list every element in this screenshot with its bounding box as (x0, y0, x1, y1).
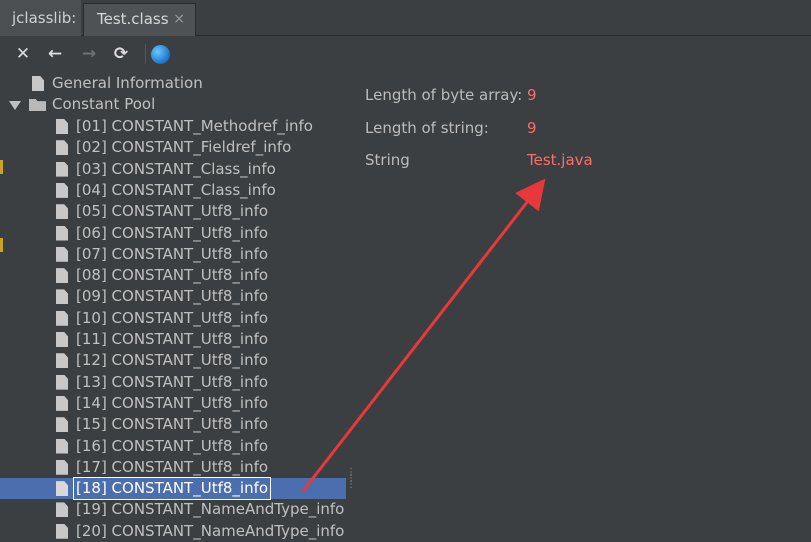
tree-node-label: [04] CONSTANT_Class_info (76, 180, 276, 199)
tree-node-constant-pool-item[interactable]: [16] CONSTANT_Utf8_info (0, 436, 346, 457)
file-icon (56, 161, 68, 177)
file-icon (56, 459, 68, 475)
tree-node-constant-pool-item[interactable]: [10] CONSTANT_Utf8_info (0, 308, 346, 329)
tree-node-constant-pool-item[interactable]: [20] CONSTANT_NameAndType_info (0, 521, 346, 542)
file-icon (56, 289, 68, 305)
tree-node-label: [14] CONSTANT_Utf8_info (76, 393, 269, 412)
file-icon (56, 417, 68, 433)
tree-node-label: [16] CONSTANT_Utf8_info (76, 436, 269, 455)
gutter-marker (0, 160, 3, 174)
file-icon (56, 246, 68, 262)
tree-node-constant-pool-item[interactable]: [19] CONSTANT_NameAndType_info (0, 499, 346, 520)
tree-node-label: [10] CONSTANT_Utf8_info (76, 308, 269, 327)
tree-node-label: [17] CONSTANT_Utf8_info (76, 457, 269, 476)
file-icon (56, 140, 68, 156)
byte-array-length-value: 9 (527, 86, 537, 104)
class-structure-tree: General Information Constant Pool [01] C… (0, 70, 346, 540)
tree-node-label: Constant Pool (52, 95, 156, 113)
tree-node-label: [02] CONSTANT_Fieldref_info (76, 138, 292, 157)
tree-node-constant-pool-item[interactable]: [06] CONSTANT_Utf8_info (0, 223, 346, 244)
byte-array-length-label: Length of byte array: (365, 86, 523, 104)
tab-test-class[interactable]: Test.class × (83, 3, 196, 36)
tree-node-constant-pool-item[interactable]: [15] CONSTANT_Utf8_info (0, 414, 346, 435)
tree-node-constant-pool-item[interactable]: [03] CONSTANT_Class_info (0, 159, 346, 180)
tree-node-constant-pool-item[interactable]: [12] CONSTANT_Utf8_info (0, 350, 346, 371)
tree-node-label: [18] CONSTANT_Utf8_info (72, 477, 272, 501)
tree-node-constant-pool[interactable]: Constant Pool (0, 94, 346, 115)
tree-node-constant-pool-item[interactable]: [14] CONSTANT_Utf8_info (0, 393, 346, 414)
file-icon (32, 76, 44, 91)
tree-node-label: [06] CONSTANT_Utf8_info (76, 223, 269, 242)
tab-close-icon[interactable]: × (173, 4, 185, 35)
tree-node-constant-pool-item[interactable]: [01] CONSTANT_Methodref_info (0, 116, 346, 137)
gutter-marker (0, 238, 3, 252)
file-icon (56, 438, 68, 454)
tree-node-label: [05] CONSTANT_Utf8_info (76, 202, 269, 221)
tree-node-label: [20] CONSTANT_NameAndType_info (76, 521, 345, 540)
back-arrow-icon[interactable]: ← (43, 42, 67, 66)
file-icon (56, 374, 68, 390)
tree-node-constant-pool-item[interactable]: [09] CONSTANT_Utf8_info (0, 286, 346, 307)
file-icon (56, 268, 68, 284)
jclasslib-tool-label[interactable]: jclasslib: (0, 0, 81, 36)
globe-icon[interactable] (151, 45, 170, 64)
string-value-link[interactable]: Test.java (527, 151, 593, 169)
tree-node-constant-pool-item[interactable]: [08] CONSTANT_Utf8_info (0, 265, 346, 286)
file-icon (56, 395, 68, 411)
file-icon (56, 502, 68, 518)
file-icon (56, 225, 68, 241)
tree-node-label: [13] CONSTANT_Utf8_info (76, 372, 269, 391)
tree-node-constant-pool-item[interactable]: [13] CONSTANT_Utf8_info (0, 372, 346, 393)
tree-node-constant-pool-item[interactable]: [04] CONSTANT_Class_info (0, 180, 346, 201)
string-length-label: Length of string: (365, 119, 489, 137)
tree-node-label: [09] CONSTANT_Utf8_info (76, 287, 269, 306)
tree-node-label: [15] CONSTANT_Utf8_info (76, 415, 269, 434)
file-icon (56, 182, 68, 198)
file-icon (56, 332, 68, 347)
folder-icon (29, 99, 46, 111)
tree-node-constant-pool-item[interactable]: [07] CONSTANT_Utf8_info (0, 244, 346, 265)
details-panel: Length of byte array: 9 Length of string… (346, 70, 811, 534)
tree-node-label: General Information (52, 74, 203, 92)
tree-node-label: [08] CONSTANT_Utf8_info (76, 266, 269, 285)
file-icon (56, 310, 68, 326)
tree-node-label: [19] CONSTANT_NameAndType_info (76, 500, 345, 519)
toolbar-separator (145, 44, 146, 64)
string-length-value: 9 (527, 119, 537, 137)
tree-node-general-information[interactable]: General Information (0, 73, 346, 94)
refresh-icon[interactable]: ⟳ (109, 42, 133, 66)
close-icon[interactable]: ✕ (11, 42, 35, 66)
tree-node-constant-pool-item[interactable]: [17] CONSTANT_Utf8_info (0, 457, 346, 478)
tree-node-label: [12] CONSTANT_Utf8_info (76, 351, 269, 370)
tree-node-constant-pool-item[interactable]: [11] CONSTANT_Utf8_info (0, 329, 346, 350)
forward-arrow-icon[interactable]: → (77, 42, 101, 66)
file-icon (56, 119, 68, 134)
file-icon (56, 353, 68, 369)
file-icon (56, 523, 68, 539)
editor-tab-bar: jclasslib: Test.class × (0, 0, 811, 36)
tree-node-constant-pool-item[interactable]: [18] CONSTANT_Utf8_info (0, 477, 346, 501)
tree-node-constant-pool-item[interactable]: [02] CONSTANT_Fieldref_info (0, 137, 346, 158)
tree-node-constant-pool-item[interactable]: [05] CONSTANT_Utf8_info (0, 201, 346, 222)
string-label: String (365, 151, 410, 169)
expand-arrow-icon[interactable] (9, 101, 21, 110)
tree-node-label: [07] CONSTANT_Utf8_info (76, 244, 269, 263)
tree-node-label: [01] CONSTANT_Methodref_info (76, 117, 313, 135)
file-icon (56, 481, 68, 497)
file-icon (56, 204, 68, 220)
tree-node-label: [11] CONSTANT_Utf8_info (76, 330, 269, 348)
tree-node-label: [03] CONSTANT_Class_info (76, 159, 276, 178)
tab-title: Test.class (97, 10, 169, 28)
toolbar: ✕ ← → ⟳ (0, 37, 811, 70)
